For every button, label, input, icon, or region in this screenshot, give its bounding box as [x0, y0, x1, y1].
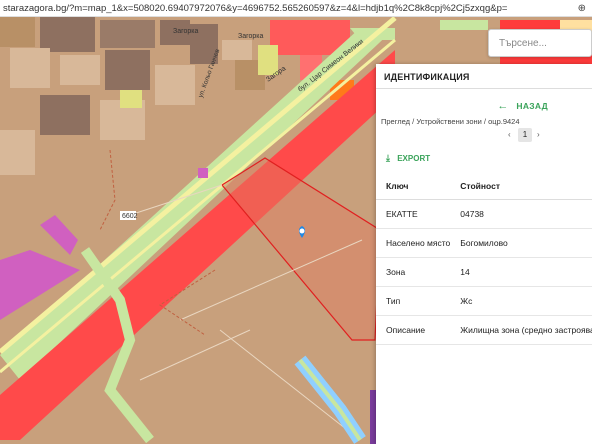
download-icon: ⤓ — [386, 153, 390, 163]
pagination: ‹ 1 › — [376, 128, 592, 144]
address-bar[interactable]: starazagora.bg/?m=map_1&x=508020.6940797… — [0, 0, 592, 17]
page-number[interactable]: 1 — [518, 128, 532, 142]
row-key: Населено място — [376, 228, 451, 258]
breadcrumb-item[interactable]: Преглед — [381, 117, 410, 126]
row-key: ЕКАТТЕ — [376, 199, 451, 229]
attributes-table: Ключ Стойност ЕКАТТЕ 04738 Населено мяст… — [376, 173, 592, 345]
column-header-key: Ключ — [376, 173, 451, 200]
street-label: Загорка — [173, 28, 199, 35]
table-header: Ключ Стойност — [376, 173, 592, 200]
chevron-left-icon[interactable]: ‹ — [508, 130, 511, 139]
road-number: 6602 — [122, 213, 138, 220]
breadcrumb-item: оцр.9424 — [488, 117, 520, 126]
table-row: ЕКАТТЕ 04738 — [376, 199, 592, 229]
url-text[interactable]: starazagora.bg/?m=map_1&x=508020.6940797… — [3, 3, 507, 14]
table-row: Населено място Богомилово — [376, 228, 592, 258]
row-key: Зона — [376, 257, 451, 287]
breadcrumb: Преглед / Устройствени зони / оцр.9424 — [381, 117, 520, 126]
row-value: Жилищна зона (средно застрояване) — [450, 315, 592, 345]
identification-panel: ИДЕНТИФИКАЦИЯ ← НАЗАД Преглед / Устройст… — [376, 64, 592, 444]
chevron-right-icon[interactable]: › — [537, 130, 540, 139]
row-value: 14 — [450, 257, 592, 287]
row-value: Богомилово — [450, 228, 592, 258]
breadcrumb-item[interactable]: Устройствени зони — [416, 117, 482, 126]
column-header-value: Стойност — [450, 173, 592, 200]
street-label: Загорка — [238, 33, 264, 40]
table-row: Зона 14 — [376, 257, 592, 287]
row-key: Тип — [376, 286, 451, 316]
row-key: Описание — [376, 315, 451, 345]
export-button[interactable]: ⤓ EXPORT — [376, 144, 592, 166]
search-placeholder: Търсене... — [499, 38, 547, 49]
table-row: Тип Жс — [376, 286, 592, 316]
row-value: 04738 — [450, 199, 592, 229]
map-search-input[interactable]: Търсене... — [488, 29, 592, 57]
panel-title: ИДЕНТИФИКАЦИЯ — [376, 64, 592, 89]
export-label: EXPORT — [397, 154, 431, 163]
back-button[interactable]: ← НАЗАД — [497, 100, 548, 112]
arrow-left-icon: ← — [497, 100, 509, 112]
back-label: НАЗАД — [516, 101, 548, 111]
zoom-icon[interactable]: ⊕ — [578, 0, 586, 16]
table-row: Описание Жилищна зона (средно застрояван… — [376, 315, 592, 345]
row-value: Жс — [450, 286, 592, 316]
